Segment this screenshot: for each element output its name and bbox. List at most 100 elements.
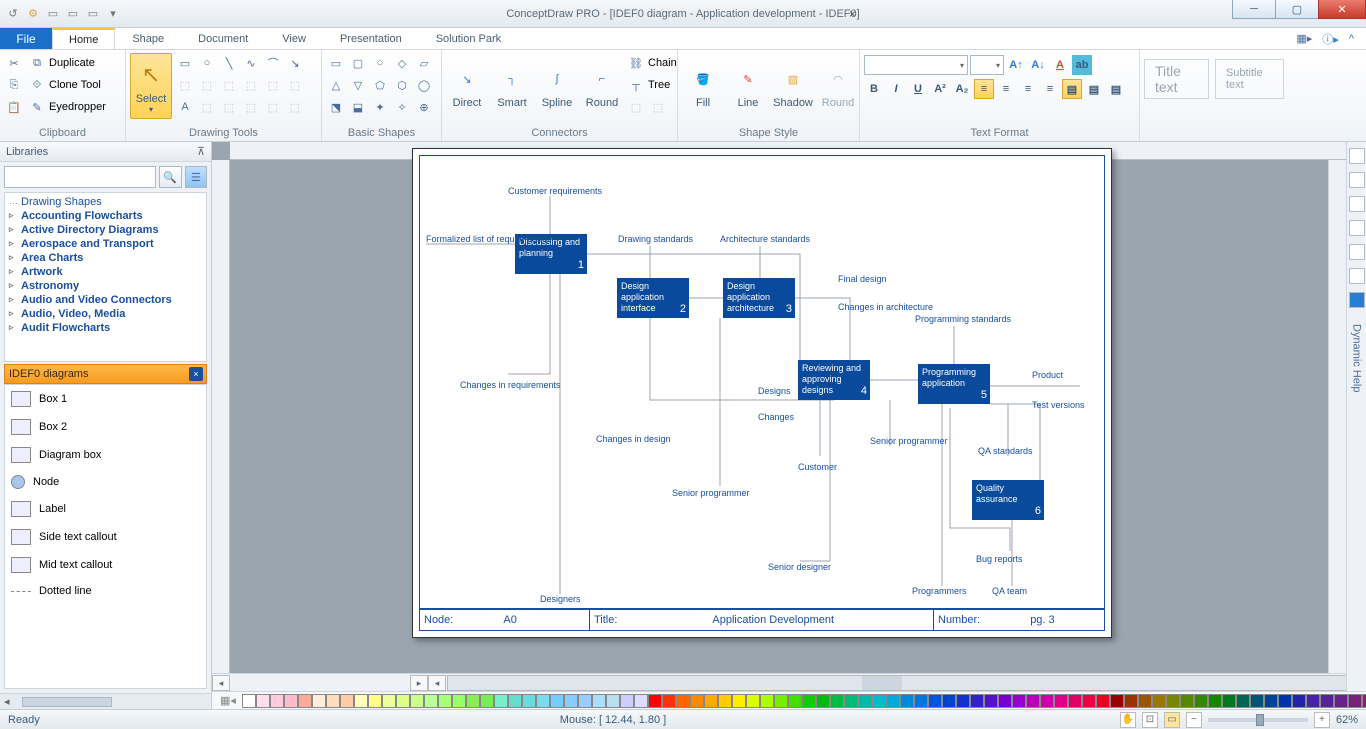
color-swatch[interactable] — [914, 694, 928, 708]
size-combo[interactable] — [970, 55, 1004, 75]
color-swatch[interactable] — [760, 694, 774, 708]
maximize-button[interactable]: ▢ — [1275, 0, 1319, 19]
shape-icon[interactable]: △ — [326, 75, 346, 95]
shape-icon[interactable]: ▢ — [348, 53, 368, 73]
qat-icon[interactable]: ↺ — [6, 7, 20, 21]
diagram-box[interactable]: Reviewing and approving designs4 — [798, 360, 870, 400]
shape-icon[interactable]: ⬡ — [392, 75, 412, 95]
diagram-label[interactable]: Changes in design — [596, 434, 671, 444]
diagram-label[interactable]: Formalized list of requirements — [426, 234, 549, 244]
color-swatch[interactable] — [788, 694, 802, 708]
shape-item[interactable]: Mid text callout — [5, 551, 206, 579]
bold-button[interactable]: B — [864, 79, 884, 99]
color-swatch[interactable] — [1306, 694, 1320, 708]
tool[interactable]: ⬚ — [197, 97, 217, 117]
color-swatch[interactable] — [1012, 694, 1026, 708]
color-swatch[interactable] — [536, 694, 550, 708]
color-swatch[interactable] — [522, 694, 536, 708]
shape-icon[interactable]: ◯ — [414, 75, 434, 95]
color-swatch[interactable] — [1040, 694, 1054, 708]
color-palette[interactable]: ▦◂ — [212, 691, 1366, 709]
diagram-label[interactable]: Changes in requirements — [460, 380, 561, 390]
active-library-header[interactable]: IDEF0 diagrams × — [4, 364, 207, 384]
italic-button[interactable]: I — [886, 79, 906, 99]
diagram-area[interactable]: Discussing and planning1Design applicati… — [419, 155, 1105, 609]
library-list[interactable]: Drawing ShapesAccounting FlowchartsActiv… — [4, 192, 207, 362]
diagram-label[interactable]: Test versions — [1032, 400, 1085, 410]
zoom-region-icon[interactable]: ⊡ — [1142, 712, 1158, 728]
color-swatch[interactable] — [774, 694, 788, 708]
conn-opt[interactable]: ⬚ — [648, 97, 668, 117]
zoom-slider[interactable] — [1208, 718, 1308, 722]
shape-icon[interactable]: ⬔ — [326, 97, 346, 117]
diagram-box[interactable]: Quality assurance6 — [972, 480, 1044, 520]
diagram-box[interactable]: Programming application5 — [918, 364, 990, 404]
shape-list[interactable]: Box 1Box 2Diagram boxNodeLabelSide text … — [4, 384, 207, 689]
chain-icon[interactable]: ⛓ — [626, 53, 646, 73]
color-swatch[interactable] — [1026, 694, 1040, 708]
diagram-label[interactable]: Customer — [798, 462, 837, 472]
shape-icon[interactable]: ⬠ — [370, 75, 390, 95]
align-left-button[interactable]: ≡ — [974, 79, 994, 99]
subscript-button[interactable]: A₂ — [952, 79, 972, 99]
color-swatch[interactable] — [900, 694, 914, 708]
diagram-label[interactable]: Programming standards — [915, 314, 1011, 324]
h-scrollbar[interactable] — [447, 675, 1366, 691]
color-swatch[interactable] — [830, 694, 844, 708]
ellipse-tool[interactable]: ○ — [197, 53, 217, 73]
diagram-box[interactable]: Design application interface2 — [617, 278, 689, 318]
qat-icon[interactable]: ⚙ — [26, 7, 40, 21]
color-swatch[interactable] — [1208, 694, 1222, 708]
diagram-label[interactable]: QA standards — [978, 446, 1033, 456]
color-swatch[interactable] — [1362, 694, 1366, 708]
color-swatch[interactable] — [1180, 694, 1194, 708]
tool[interactable]: ⬚ — [197, 75, 217, 95]
canvas[interactable]: Discussing and planning1Design applicati… — [212, 142, 1366, 709]
tab-bar[interactable]: ◂ ▸ ◂ ▸ — [212, 673, 1366, 691]
color-swatch[interactable] — [606, 694, 620, 708]
color-swatch[interactable] — [340, 694, 354, 708]
round-button[interactable]: ◠Round — [817, 53, 859, 119]
align-right-button[interactable]: ≡ — [1018, 79, 1038, 99]
color-swatch[interactable] — [284, 694, 298, 708]
library-category[interactable]: Astronomy — [5, 279, 206, 293]
duplicate-icon[interactable]: ⧉ — [27, 53, 47, 73]
color-swatch[interactable] — [816, 694, 830, 708]
direct-connector[interactable]: ↘Direct — [446, 53, 488, 119]
color-swatch[interactable] — [746, 694, 760, 708]
view-mode-icon[interactable]: ☰ — [185, 166, 208, 188]
eyedropper-label[interactable]: Eyedropper — [49, 101, 106, 113]
color-swatch[interactable] — [802, 694, 816, 708]
round-connector[interactable]: ⌐Round — [581, 53, 623, 119]
close-library-icon[interactable]: × — [189, 367, 203, 381]
color-swatch[interactable] — [634, 694, 648, 708]
color-swatch[interactable] — [382, 694, 396, 708]
color-swatch[interactable] — [662, 694, 676, 708]
color-swatch[interactable] — [1278, 694, 1292, 708]
shadow-button[interactable]: ▧Shadow — [772, 53, 814, 119]
color-swatch[interactable] — [326, 694, 340, 708]
close-button[interactable]: ✕ — [1318, 0, 1366, 19]
doc-close-icon[interactable]: × — [849, 7, 864, 22]
library-category[interactable]: Drawing Shapes — [5, 195, 206, 209]
bezier-tool[interactable]: ∿ — [241, 53, 261, 73]
shape-item[interactable]: Dotted line — [5, 579, 206, 603]
eyedropper-icon[interactable]: ✎ — [27, 97, 47, 117]
library-category[interactable]: Artwork — [5, 265, 206, 279]
color-swatch[interactable] — [1264, 694, 1278, 708]
tab-view[interactable]: View — [265, 28, 323, 49]
diagram-label[interactable]: QA team — [992, 586, 1027, 596]
dynamic-help-label[interactable]: Dynamic Help — [1351, 324, 1363, 392]
shape-item[interactable]: Box 1 — [5, 385, 206, 413]
tab-prev-icon[interactable]: ◂ — [212, 675, 230, 691]
rtool-icon[interactable] — [1349, 196, 1365, 212]
tool[interactable]: ⬚ — [175, 75, 195, 95]
arc-tool[interactable]: ⌒ — [263, 53, 283, 73]
library-category[interactable]: Audit Flowcharts — [5, 321, 206, 335]
diagram-box[interactable]: Design application architecture3 — [723, 278, 795, 318]
shape-item[interactable]: Diagram box — [5, 441, 206, 469]
tool[interactable]: ⬚ — [219, 97, 239, 117]
tab-presentation[interactable]: Presentation — [323, 28, 419, 49]
duplicate-label[interactable]: Duplicate — [49, 57, 95, 69]
tool[interactable]: ⬚ — [219, 75, 239, 95]
